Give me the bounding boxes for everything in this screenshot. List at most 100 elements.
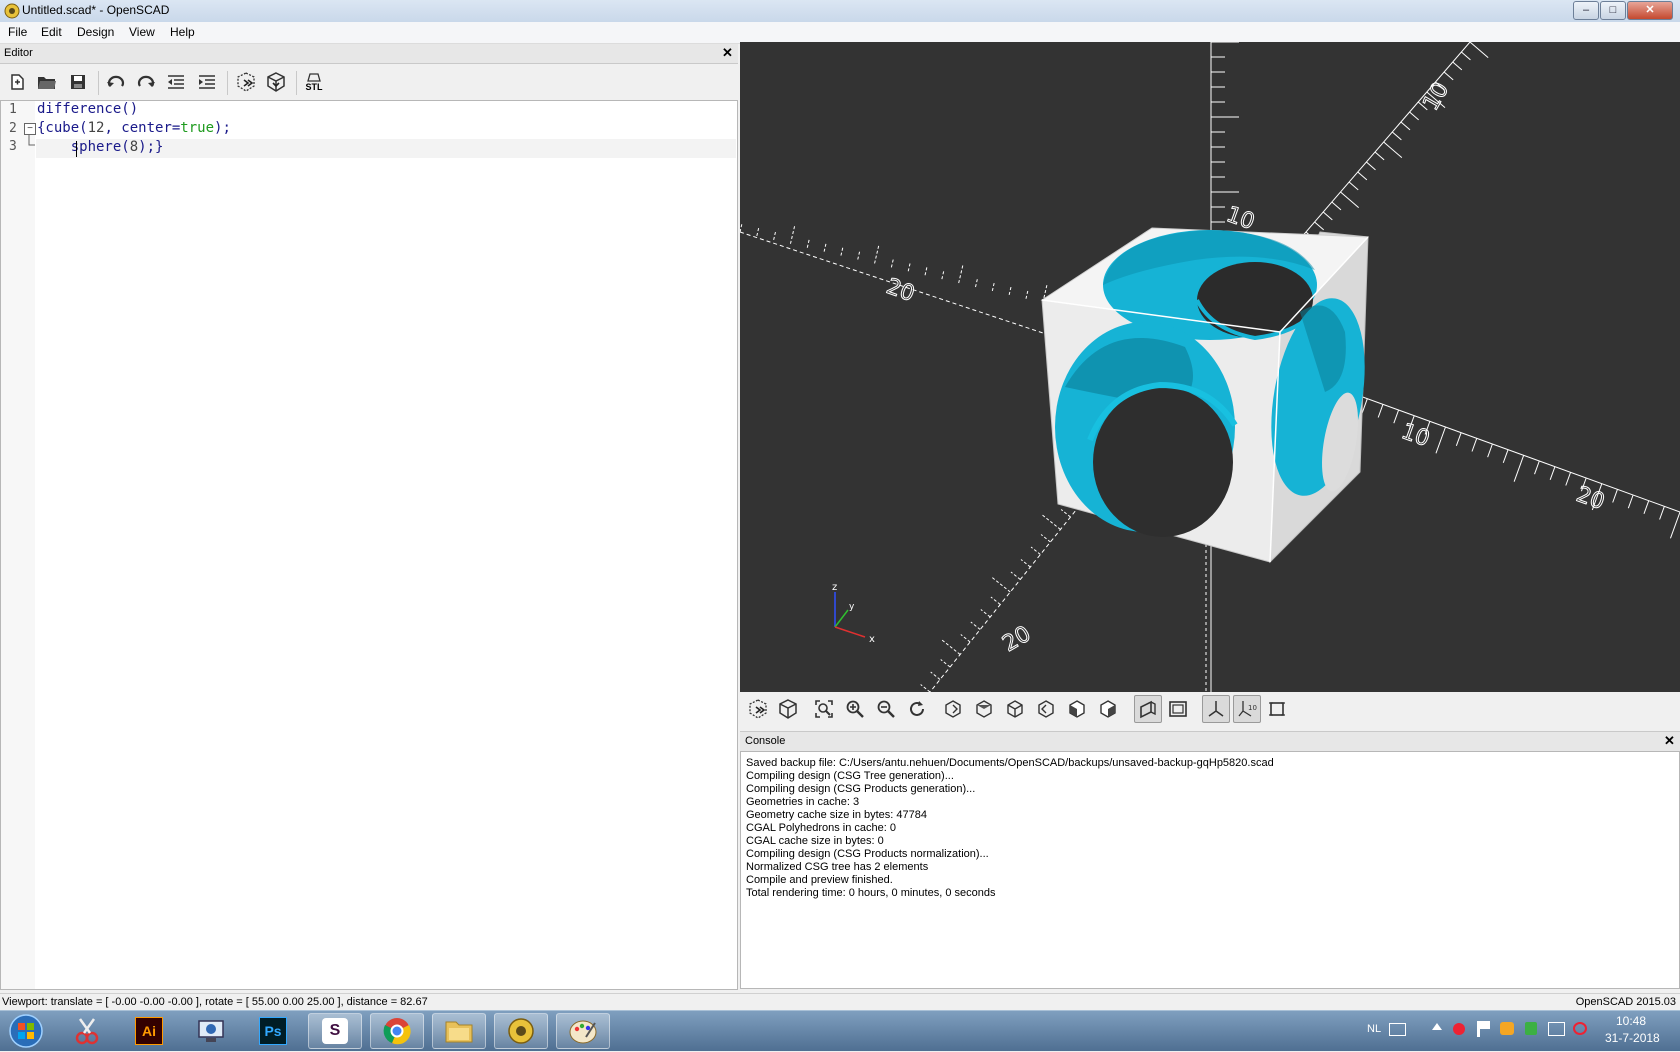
- unindent-icon[interactable]: [163, 69, 189, 95]
- preview-icon[interactable]: [744, 695, 772, 723]
- view-left-icon[interactable]: [1032, 695, 1060, 723]
- version-label: OpenSCAD 2015.03: [1575, 996, 1676, 1008]
- scale-tick: [970, 621, 981, 630]
- keyboard-icon[interactable]: [1389, 1023, 1406, 1036]
- scale-tick: [1455, 432, 1462, 446]
- scale-tick: [1400, 121, 1411, 131]
- console-output[interactable]: Saved backup file: C:/Users/antu.nehuen/…: [740, 751, 1680, 989]
- menu-design[interactable]: Design: [77, 25, 114, 39]
- zoom-out-icon[interactable]: [872, 695, 900, 723]
- console-dock-header: Console ✕: [740, 731, 1680, 752]
- editor-dock-header: Editor ✕: [0, 44, 738, 64]
- tray-app-icon[interactable]: [1500, 1022, 1514, 1035]
- maximize-button[interactable]: □: [1600, 1, 1626, 20]
- render-icon[interactable]: [263, 69, 289, 95]
- orthogonal-icon[interactable]: [1164, 695, 1192, 723]
- scale-tick: [874, 243, 880, 264]
- minimize-button[interactable]: –: [1573, 1, 1599, 20]
- show-hidden-icons-icon[interactable]: [1432, 1023, 1442, 1030]
- show-scale-markers-icon[interactable]: 10: [1233, 695, 1261, 723]
- indent-icon[interactable]: [194, 69, 220, 95]
- illustrator-label: Ai: [135, 1017, 163, 1045]
- scale-tick: [1008, 285, 1012, 295]
- code-line: sphere(8);}: [37, 139, 164, 155]
- show-edges-icon[interactable]: [1263, 695, 1291, 723]
- show-axes-icon[interactable]: [1202, 695, 1230, 723]
- remote-desktop-icon[interactable]: [184, 1013, 238, 1049]
- console-line: Geometries in cache: 3: [746, 796, 860, 808]
- 3d-viewport[interactable]: 20 20 10 10 10 20 z y x: [740, 42, 1680, 692]
- paint-icon[interactable]: [556, 1013, 610, 1049]
- scale-tick: [1627, 494, 1634, 509]
- scale-label: 20: [1573, 482, 1608, 515]
- scale-tick: [1383, 141, 1403, 159]
- console-line: Saved backup file: C:/Users/antu.nehuen/…: [746, 757, 1274, 769]
- save-file-icon[interactable]: [65, 69, 91, 95]
- view-bottom-icon[interactable]: [1001, 695, 1029, 723]
- scale-tick: [1374, 151, 1385, 161]
- undo-icon[interactable]: [103, 69, 129, 95]
- view-back-icon[interactable]: [1094, 695, 1122, 723]
- language-indicator[interactable]: NL: [1367, 1023, 1381, 1035]
- scale-tick: [1659, 506, 1665, 520]
- export-stl-icon[interactable]: STL: [301, 69, 327, 95]
- perspective-icon[interactable]: [1134, 695, 1162, 723]
- preview-icon[interactable]: [233, 69, 259, 95]
- console-line: CGAL cache size in bytes: 0: [746, 835, 884, 847]
- console-close-icon[interactable]: ✕: [1664, 734, 1675, 748]
- flag-cloth-icon: [1480, 1021, 1490, 1029]
- view-right-icon[interactable]: [939, 695, 967, 723]
- code-line: difference(): [37, 101, 138, 117]
- zoom-in-icon[interactable]: [841, 695, 869, 723]
- openscad-taskbar-icon[interactable]: [494, 1013, 548, 1049]
- menu-edit[interactable]: Edit: [41, 25, 62, 39]
- clock-time[interactable]: 10:48: [1616, 1014, 1646, 1028]
- menu-file[interactable]: File: [8, 25, 27, 39]
- redo-icon[interactable]: [133, 69, 159, 95]
- scale-tick: [1643, 500, 1650, 514]
- scale-tick: [1040, 534, 1051, 543]
- scale-tick: [990, 596, 1001, 605]
- editor-close-icon[interactable]: ✕: [722, 46, 733, 60]
- file-explorer-icon[interactable]: [432, 1013, 486, 1049]
- console-line: Total rendering time: 0 hours, 0 minutes…: [746, 887, 996, 899]
- scale-tick: [1391, 131, 1402, 141]
- new-file-icon[interactable]: [4, 69, 30, 95]
- start-button[interactable]: [4, 1013, 48, 1049]
- scale-tick: [740, 222, 743, 233]
- reset-view-icon[interactable]: [903, 695, 931, 723]
- code-text: difference(): [37, 101, 139, 117]
- line-number: 1: [9, 102, 17, 117]
- open-file-icon[interactable]: [34, 69, 60, 95]
- network-icon[interactable]: [1548, 1022, 1565, 1036]
- fold-marker-icon[interactable]: −: [24, 123, 36, 135]
- view-front-icon[interactable]: [1063, 695, 1091, 723]
- tray-app-icon[interactable]: [1525, 1022, 1537, 1035]
- render-icon[interactable]: [774, 695, 802, 723]
- line-number-gutter: [1, 101, 35, 989]
- scale-tick: [1669, 511, 1680, 539]
- menu-view[interactable]: View: [129, 25, 155, 39]
- code-editor[interactable]: 1 2 3 − difference() {cube(12, center=tr…: [0, 100, 738, 990]
- view-top-icon[interactable]: [970, 695, 998, 723]
- scale-label: 20: [883, 274, 918, 307]
- tray-app-icon[interactable]: [1453, 1023, 1465, 1035]
- illustrator-icon[interactable]: Ai: [122, 1013, 176, 1049]
- snipping-tool-icon[interactable]: [60, 1013, 114, 1049]
- chrome-icon[interactable]: [370, 1013, 424, 1049]
- code-token: true: [180, 120, 215, 136]
- view-all-icon[interactable]: [810, 695, 838, 723]
- volume-muted-icon[interactable]: [1573, 1022, 1587, 1035]
- clock-date[interactable]: 31-7-2018: [1605, 1031, 1660, 1045]
- photoshop-icon[interactable]: Ps: [246, 1013, 300, 1049]
- console-line: Compiling design (CSG Tree generation)..…: [746, 770, 954, 782]
- scale-tick: [1534, 460, 1540, 475]
- scale-label: 10: [1223, 202, 1258, 235]
- scale-tick: [1348, 181, 1359, 191]
- close-button[interactable]: ✕: [1627, 1, 1673, 20]
- slack-icon[interactable]: S: [308, 1013, 362, 1049]
- stl-label: STL: [305, 81, 323, 92]
- photoshop-label: Ps: [259, 1017, 287, 1045]
- menu-help[interactable]: Help: [170, 25, 195, 39]
- editor-toolbar: STL: [0, 64, 738, 100]
